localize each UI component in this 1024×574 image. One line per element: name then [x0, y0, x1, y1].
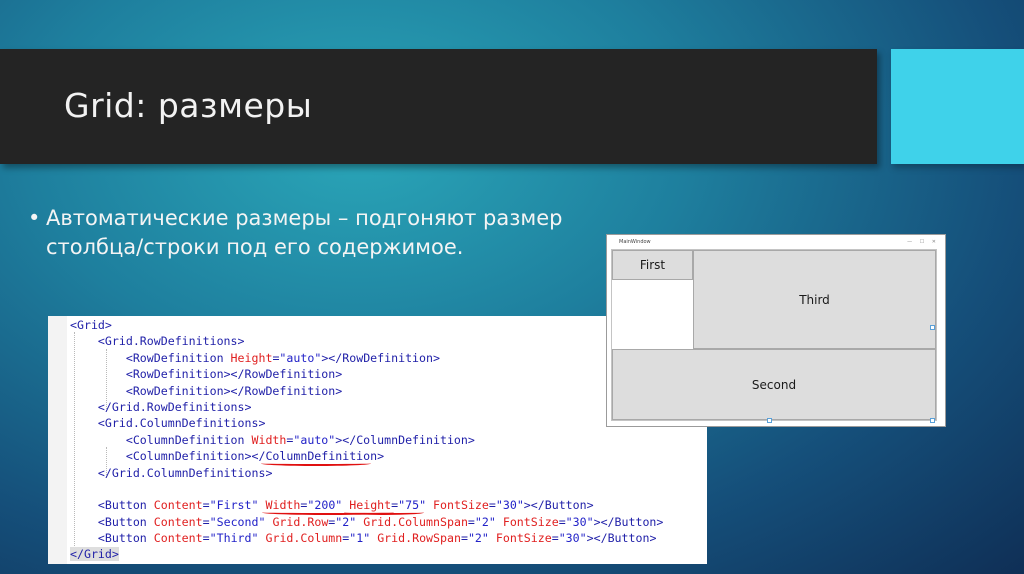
error-squiggle [261, 461, 371, 466]
code-token: = [488, 498, 496, 513]
code-token: </Grid.ColumnDefinitions> [97, 465, 273, 480]
code-line: </Grid.RowDefinitions> [70, 399, 663, 415]
code-token: <RowDefinition></RowDefinition> [125, 367, 343, 382]
code-token: FontSize [502, 514, 559, 529]
code-line: </Grid> [70, 546, 663, 562]
error-squiggle [344, 510, 424, 515]
code-token: ></RowDefinition> [321, 350, 440, 365]
code-token: "First" [209, 498, 259, 513]
code-token: Grid.RowSpan [377, 531, 461, 546]
code-token: Content [153, 531, 203, 546]
code-line: <Button Content="Second" Grid.Row="2" Gr… [70, 514, 663, 530]
code-token: Grid.ColumnSpan [363, 514, 468, 529]
accent-block [891, 49, 1024, 164]
code-token: ></Button> [586, 531, 657, 546]
code-token: = [460, 531, 468, 546]
code-token: FontSize [495, 531, 552, 546]
code-token: Content [153, 498, 203, 513]
code-line: <Grid.RowDefinitions> [70, 333, 663, 349]
code-token: "30" [565, 514, 594, 529]
code-token: Grid.Column [265, 531, 343, 546]
code-line: <RowDefinition></RowDefinition> [70, 366, 663, 382]
code-token: "2" [467, 531, 489, 546]
code-token: = [202, 531, 210, 546]
button-third[interactable]: Third [693, 250, 936, 349]
code-token: "30" [495, 498, 524, 513]
code-line: <Button Content="Third" Grid.Column="1" … [70, 530, 663, 546]
button-first[interactable]: First [612, 250, 693, 280]
code-token: <Grid.ColumnDefinitions> [97, 416, 266, 431]
code-line: <RowDefinition Height="auto"></RowDefini… [70, 350, 663, 366]
code-token: Grid.Row [272, 514, 329, 529]
code-token: "Third" [209, 531, 259, 546]
code-token: Width [251, 432, 287, 447]
bullet-text: Автоматические размеры – подгоняют разме… [46, 206, 563, 259]
code-token: ></ColumnDefinition> [335, 432, 475, 447]
code-token: "30" [558, 531, 587, 546]
resize-handle[interactable] [930, 418, 935, 423]
code-token: ></Button> [523, 498, 594, 513]
code-token: Content [153, 514, 203, 529]
code-token: <ColumnDefinition [125, 432, 252, 447]
window-client-area: First Third Second [611, 249, 937, 421]
code-token: <RowDefinition [125, 350, 231, 365]
code-token: = [202, 514, 210, 529]
code-token: = [202, 498, 210, 513]
editor-gutter [48, 316, 67, 564]
resize-handle[interactable] [767, 418, 772, 423]
code-token: FontSize [433, 498, 489, 513]
code-line: <Grid> [70, 317, 663, 333]
button-second[interactable]: Second [612, 349, 936, 420]
bullet-marker: • [28, 206, 41, 230]
code-token: "1" [349, 531, 371, 546]
code-line: <Grid.ColumnDefinitions> [70, 415, 663, 431]
code-token: Height [230, 350, 273, 365]
wpf-window-preview: MainWindow — ☐ ✕ First Third Second [606, 234, 946, 427]
code-token: "2" [474, 514, 496, 529]
code-token: <Button [97, 498, 154, 513]
code-token: "Second" [209, 514, 266, 529]
code-token: "2" [335, 514, 357, 529]
code-token: <Button [97, 514, 154, 529]
window-controls[interactable]: — ☐ ✕ [907, 239, 939, 245]
code-token: "auto" [293, 432, 336, 447]
resize-handle[interactable] [930, 325, 935, 330]
code-token: <Grid> [70, 318, 112, 332]
code-token: = [551, 531, 559, 546]
code-token: <RowDefinition></RowDefinition> [125, 383, 343, 398]
code-token: </Grid> [70, 547, 119, 562]
code-token: "auto" [279, 350, 322, 365]
code-token: <Button [97, 531, 154, 546]
code-token: = [558, 514, 566, 529]
code-token: ></Button> [593, 514, 664, 529]
window-title: MainWindow [619, 239, 651, 245]
code-token: </Grid.RowDefinitions> [97, 399, 252, 414]
code-line: <RowDefinition></RowDefinition> [70, 383, 663, 399]
slide-title: Grid: размеры [64, 86, 313, 125]
code-token: <Grid.RowDefinitions> [97, 334, 245, 349]
code-token: = [467, 514, 475, 529]
code-line: </Grid.ColumnDefinitions> [70, 465, 663, 481]
code-line: <ColumnDefinition Width="auto"></ColumnD… [70, 432, 663, 448]
xaml-code: <Grid> <Grid.RowDefinitions> <RowDefinit… [70, 317, 663, 563]
